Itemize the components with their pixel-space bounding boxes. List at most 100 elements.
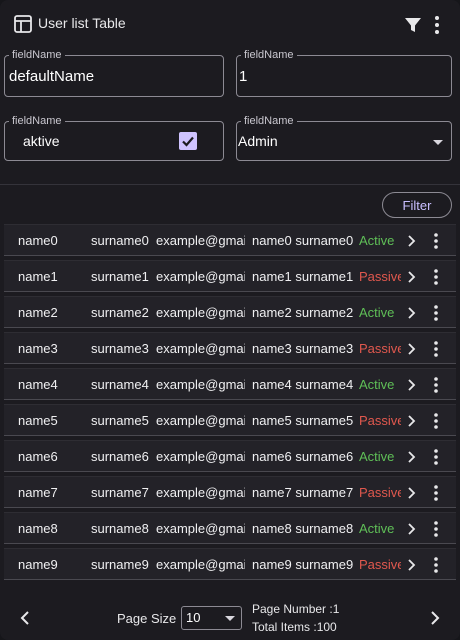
more-vertical-icon[interactable] xyxy=(432,376,440,394)
name-field-value: defaultName xyxy=(9,68,95,85)
more-vertical-icon[interactable] xyxy=(432,448,440,466)
chevron-right-icon[interactable] xyxy=(407,523,417,535)
table-row[interactable]: name9 surname9 example@gmai name9 surname9 P… xyxy=(4,548,456,580)
cell-full-name: name8 surname8 xyxy=(252,521,354,536)
chevron-right-icon[interactable] xyxy=(407,235,417,247)
status-badge: Active xyxy=(359,521,395,536)
more-vertical-icon[interactable] xyxy=(432,232,440,250)
cell-surname: surname8 xyxy=(91,521,149,536)
filter-button[interactable]: Filter xyxy=(382,192,452,218)
more-vertical-icon[interactable] xyxy=(432,484,440,502)
cell-name: name6 xyxy=(18,449,58,464)
check-icon xyxy=(182,136,194,147)
chevron-left-icon[interactable] xyxy=(20,611,30,625)
status-badge: Passive xyxy=(359,341,401,356)
table-row[interactable]: name0 surname0 example@gmai name0 surname0 A… xyxy=(4,224,456,256)
cell-surname: surname2 xyxy=(91,305,149,320)
aktive-field: fieldName aktive xyxy=(4,114,224,161)
divider xyxy=(0,184,460,185)
cell-surname: surname0 xyxy=(91,233,149,248)
more-vertical-icon[interactable] xyxy=(432,340,440,358)
cell-email: example@gmai xyxy=(156,485,245,500)
dropdown-caret-icon xyxy=(433,140,443,145)
page-title: User list Table xyxy=(38,15,126,31)
cell-email: example@gmai xyxy=(156,557,245,572)
chevron-right-icon[interactable] xyxy=(407,379,417,391)
table-row[interactable]: name4 surname4 example@gmai name4 surname4 A… xyxy=(4,368,456,400)
chevron-right-icon[interactable] xyxy=(407,343,417,355)
dropdown-caret-icon xyxy=(225,616,235,621)
more-vertical-icon[interactable] xyxy=(432,520,440,538)
status-badge: Passive xyxy=(359,557,401,572)
pagination-footer: Page Size 10 Page Number :1 Total Items … xyxy=(0,596,460,640)
table-header: User list Table xyxy=(0,0,460,46)
chevron-right-icon[interactable] xyxy=(407,487,417,499)
number-field[interactable]: fieldName 1 xyxy=(236,48,452,97)
page-size-label: Page Size xyxy=(117,611,177,626)
page-size-select[interactable]: 10 xyxy=(181,606,242,630)
table-row[interactable]: name5 surname5 example@gmai name5 surname5 P… xyxy=(4,404,456,436)
cell-email: example@gmai xyxy=(156,449,245,464)
role-select-value: Admin xyxy=(238,133,278,149)
filter-icon[interactable] xyxy=(404,16,422,34)
cell-email: example@gmai xyxy=(156,341,245,356)
cell-surname: surname7 xyxy=(91,485,149,500)
table-icon xyxy=(14,15,32,33)
cell-full-name: name4 surname4 xyxy=(252,377,354,392)
table-row[interactable]: name2 surname2 example@gmai name2 surname2 A… xyxy=(4,296,456,328)
status-badge: Passive xyxy=(359,485,401,500)
status-badge: Passive xyxy=(359,269,401,284)
cell-name: name3 xyxy=(18,341,58,356)
name-field-legend: fieldName xyxy=(9,48,65,62)
cell-full-name: name0 surname0 xyxy=(252,233,354,248)
role-select[interactable]: fieldName Admin xyxy=(236,114,452,161)
cell-surname: surname9 xyxy=(91,557,149,572)
cell-name: name8 xyxy=(18,521,58,536)
aktive-field-legend: fieldName xyxy=(9,114,65,128)
total-items: Total Items :100 xyxy=(252,620,337,634)
chevron-right-icon[interactable] xyxy=(407,271,417,283)
chevron-right-icon[interactable] xyxy=(407,451,417,463)
more-vertical-icon[interactable] xyxy=(432,556,440,574)
cell-full-name: name3 surname3 xyxy=(252,341,354,356)
cell-full-name: name5 surname5 xyxy=(252,413,354,428)
cell-email: example@gmai xyxy=(156,413,245,428)
cell-full-name: name1 surname1 xyxy=(252,269,354,284)
chevron-right-icon[interactable] xyxy=(430,611,440,625)
table-row[interactable]: name7 surname7 example@gmai name7 surname7 P… xyxy=(4,476,456,508)
aktive-checkbox[interactable] xyxy=(179,132,197,150)
cell-email: example@gmai xyxy=(156,521,245,536)
cell-name: name1 xyxy=(18,269,58,284)
cell-email: example@gmai xyxy=(156,269,245,284)
cell-email: example@gmai xyxy=(156,377,245,392)
chevron-right-icon[interactable] xyxy=(407,307,417,319)
role-select-legend: fieldName xyxy=(241,114,297,128)
more-vertical-icon[interactable] xyxy=(432,268,440,286)
status-badge: Active xyxy=(359,377,395,392)
name-field[interactable]: fieldName defaultName xyxy=(4,48,224,97)
cell-name: name7 xyxy=(18,485,58,500)
table-row[interactable]: name8 surname8 example@gmai name8 surname8 A… xyxy=(4,512,456,544)
status-badge: Active xyxy=(359,305,395,320)
table-row[interactable]: name6 surname6 example@gmai name6 surname6 A… xyxy=(4,440,456,472)
cell-full-name: name9 surname9 xyxy=(252,557,354,572)
more-vertical-icon[interactable] xyxy=(432,304,440,322)
number-field-legend: fieldName xyxy=(241,48,297,62)
more-vertical-icon[interactable] xyxy=(432,412,440,430)
cell-surname: surname6 xyxy=(91,449,149,464)
cell-full-name: name6 surname6 xyxy=(252,449,354,464)
more-vertical-icon[interactable] xyxy=(432,15,442,35)
page-size-value: 10 xyxy=(186,610,201,625)
cell-full-name: name2 surname2 xyxy=(252,305,354,320)
cell-email: example@gmai xyxy=(156,233,245,248)
cell-name: name2 xyxy=(18,305,58,320)
cell-surname: surname1 xyxy=(91,269,149,284)
status-badge: Active xyxy=(359,449,395,464)
cell-name: name0 xyxy=(18,233,58,248)
table-row[interactable]: name3 surname3 example@gmai name3 surname3 P… xyxy=(4,332,456,364)
chevron-right-icon[interactable] xyxy=(407,559,417,571)
cell-email: example@gmai xyxy=(156,305,245,320)
table-row[interactable]: name1 surname1 example@gmai name1 surname1 P… xyxy=(4,260,456,292)
chevron-right-icon[interactable] xyxy=(407,415,417,427)
aktive-label: aktive xyxy=(23,133,60,149)
